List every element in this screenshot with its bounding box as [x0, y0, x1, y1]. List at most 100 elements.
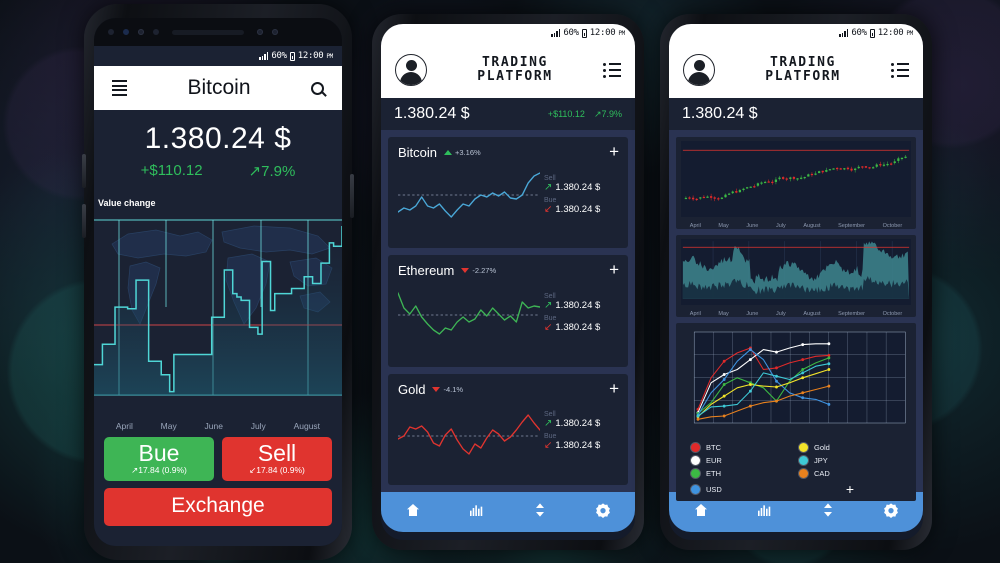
- phone3-appbar: TRADING PLATFORM: [669, 42, 923, 98]
- bar-chart-icon: [468, 502, 484, 523]
- portfolio-change: +$110.12 ↗7.9%: [547, 108, 622, 120]
- nav-home[interactable]: [693, 502, 709, 523]
- asset-sparkline: [397, 281, 541, 348]
- signal-icon: [551, 29, 561, 37]
- battery-icon: [581, 28, 587, 38]
- x-tick-label: August: [293, 421, 321, 431]
- nav-charts[interactable]: [468, 502, 484, 523]
- card-header: Gold -4.1%: [398, 382, 618, 397]
- card-header: Ethereum -2.27%: [398, 263, 618, 278]
- triangle-up-icon: [444, 150, 453, 155]
- asset-name: Gold: [398, 381, 426, 397]
- chart-legend: BTC Gold EUR JPY ETH CAD USD +: [681, 436, 911, 499]
- hamburger-icon[interactable]: [112, 80, 127, 96]
- trend-down-arrow-icon: ↙: [544, 321, 553, 333]
- trend-down-arrow-icon: ↙: [544, 203, 553, 215]
- legend-label: Gold: [814, 443, 830, 452]
- legend-label: USD: [706, 484, 722, 494]
- nav-exchange[interactable]: [532, 502, 548, 523]
- pct-text: -2.27%: [472, 266, 497, 276]
- x-tick-label: May: [718, 311, 729, 317]
- volume-down-button[interactable]: [82, 204, 86, 238]
- list-icon[interactable]: [602, 62, 621, 78]
- volume-up-button[interactable]: [82, 154, 86, 188]
- nav-home[interactable]: [405, 502, 421, 523]
- sell-value-row: ↗ 1.380.24 $: [544, 418, 618, 429]
- x-tick-label: June: [746, 311, 759, 317]
- asset-change-percent: -4.1%: [432, 385, 463, 394]
- legend-item[interactable]: USD: [691, 482, 793, 496]
- asset-quotes: Sell ↗ 1.380.24 $ Bue ↙ 1.380.24 $: [540, 293, 618, 337]
- x-tick-label: June: [204, 421, 223, 431]
- page-title: Bitcoin: [187, 76, 251, 99]
- phone3-screen: 60% 12:00 PM TRADING PLATFORM 1.380.24 $: [669, 24, 923, 540]
- phone3-pricebar: 1.380.24 $: [669, 98, 923, 130]
- nav-exchange[interactable]: [820, 502, 836, 523]
- x-tick-label: June: [746, 223, 759, 229]
- earpiece-speaker: [172, 29, 244, 35]
- change-absolute: +$110.12: [140, 162, 203, 179]
- buy-button[interactable]: Bue ↗17.84 (0.9%): [104, 437, 214, 482]
- buy-value: 1.380.24 $: [555, 440, 601, 452]
- price-change-row: +$110.12 ↗7.9%: [94, 162, 342, 180]
- avatar[interactable]: [395, 54, 427, 86]
- asset-card[interactable]: Bitcoin +3.16% + Sell ↗ 1.380.24 $ Bue ↙ 1.380.2…: [388, 137, 628, 249]
- nav-settings[interactable]: [595, 502, 611, 523]
- sell-button[interactable]: Sell ↙17.84 (0.9%): [222, 437, 332, 482]
- avatar[interactable]: [683, 54, 715, 86]
- x-tick-label: August: [803, 223, 821, 229]
- asset-card-list: Bitcoin +3.16% + Sell ↗ 1.380.24 $ Bue ↙ 1.380.2…: [381, 130, 635, 492]
- legend-item[interactable]: JPY: [799, 456, 901, 465]
- sell-value-row: ↗ 1.380.24 $: [544, 300, 618, 311]
- legend-swatch: [691, 443, 700, 452]
- list-icon[interactable]: [890, 62, 909, 78]
- legend-item[interactable]: ETH: [691, 469, 793, 478]
- exchange-button[interactable]: Exchange: [104, 488, 332, 527]
- clock-ampm: PM: [906, 29, 913, 37]
- sensor-icon: [153, 29, 159, 35]
- legend-label: JPY: [814, 456, 828, 465]
- add-to-watchlist-button[interactable]: +: [609, 261, 619, 278]
- trend-up-arrow-icon: ↗: [248, 163, 262, 180]
- phone-bitcoin-detail: 60% 12:00 PM Bitcoin 1.380.24 $ +$110.12…: [82, 4, 354, 560]
- x-tick-label: May: [718, 223, 729, 229]
- candlestick-panel[interactable]: April May June July August September October: [676, 137, 916, 229]
- phone1-screen: 60% 12:00 PM Bitcoin 1.380.24 $ +$110.12…: [94, 18, 342, 546]
- x-tick-label: September: [838, 311, 865, 317]
- clock-ampm: PM: [326, 52, 333, 60]
- search-icon[interactable]: [311, 81, 324, 95]
- trend-down-arrow-icon: ↙: [544, 440, 553, 452]
- phone2-screen: 60% 12:00 PM TRADING PLATFORM 1.380.24 $…: [381, 24, 635, 540]
- nav-settings[interactable]: [883, 502, 899, 523]
- asset-card[interactable]: Ethereum -2.27% + Sell ↗ 1.380.24 $ Bue ↙ 1.380.…: [388, 255, 628, 367]
- legend-item[interactable]: BTC: [691, 443, 793, 452]
- asset-quotes: Sell ↗ 1.380.24 $ Bue ↙ 1.380.24 $: [540, 411, 618, 455]
- volume-x-axis: April May June July August September October: [681, 310, 911, 317]
- add-to-watchlist-button[interactable]: +: [609, 143, 619, 160]
- change-absolute: +$110.12: [547, 109, 585, 119]
- x-tick-label: September: [838, 223, 865, 229]
- value-change-chart[interactable]: Value change: [94, 192, 342, 417]
- sell-label: Sell: [544, 292, 556, 300]
- nav-charts[interactable]: [756, 502, 772, 523]
- asset-card[interactable]: Gold -4.1% + Sell ↗ 1.380.24 $ Bue ↙ 1.380.24 $: [388, 373, 628, 485]
- legend-item[interactable]: CAD: [799, 469, 901, 478]
- volume-panel[interactable]: April May June July August September October: [676, 235, 916, 317]
- sell-value-row: ↗ 1.380.24 $: [544, 182, 618, 193]
- sensor-icon: [123, 29, 129, 35]
- legend-swatch: [691, 456, 700, 465]
- x-tick-label: August: [803, 311, 821, 317]
- multiline-panel[interactable]: BTC Gold EUR JPY ETH CAD USD +: [676, 323, 916, 501]
- power-button[interactable]: [350, 174, 354, 218]
- legend-item[interactable]: EUR: [691, 456, 793, 465]
- asset-change-percent: +3.16%: [444, 148, 481, 157]
- candlestick-x-axis: April May June July August September October: [681, 222, 911, 229]
- add-series-button[interactable]: +: [799, 482, 901, 496]
- legend-item[interactable]: Gold: [799, 443, 901, 452]
- x-tick-label: October: [882, 223, 903, 229]
- add-to-watchlist-button[interactable]: +: [609, 380, 619, 397]
- sensor-icon: [108, 29, 114, 35]
- triangle-down-icon: [432, 386, 441, 392]
- phone1-notch: [94, 18, 342, 46]
- buy-label: Bue: [544, 314, 557, 322]
